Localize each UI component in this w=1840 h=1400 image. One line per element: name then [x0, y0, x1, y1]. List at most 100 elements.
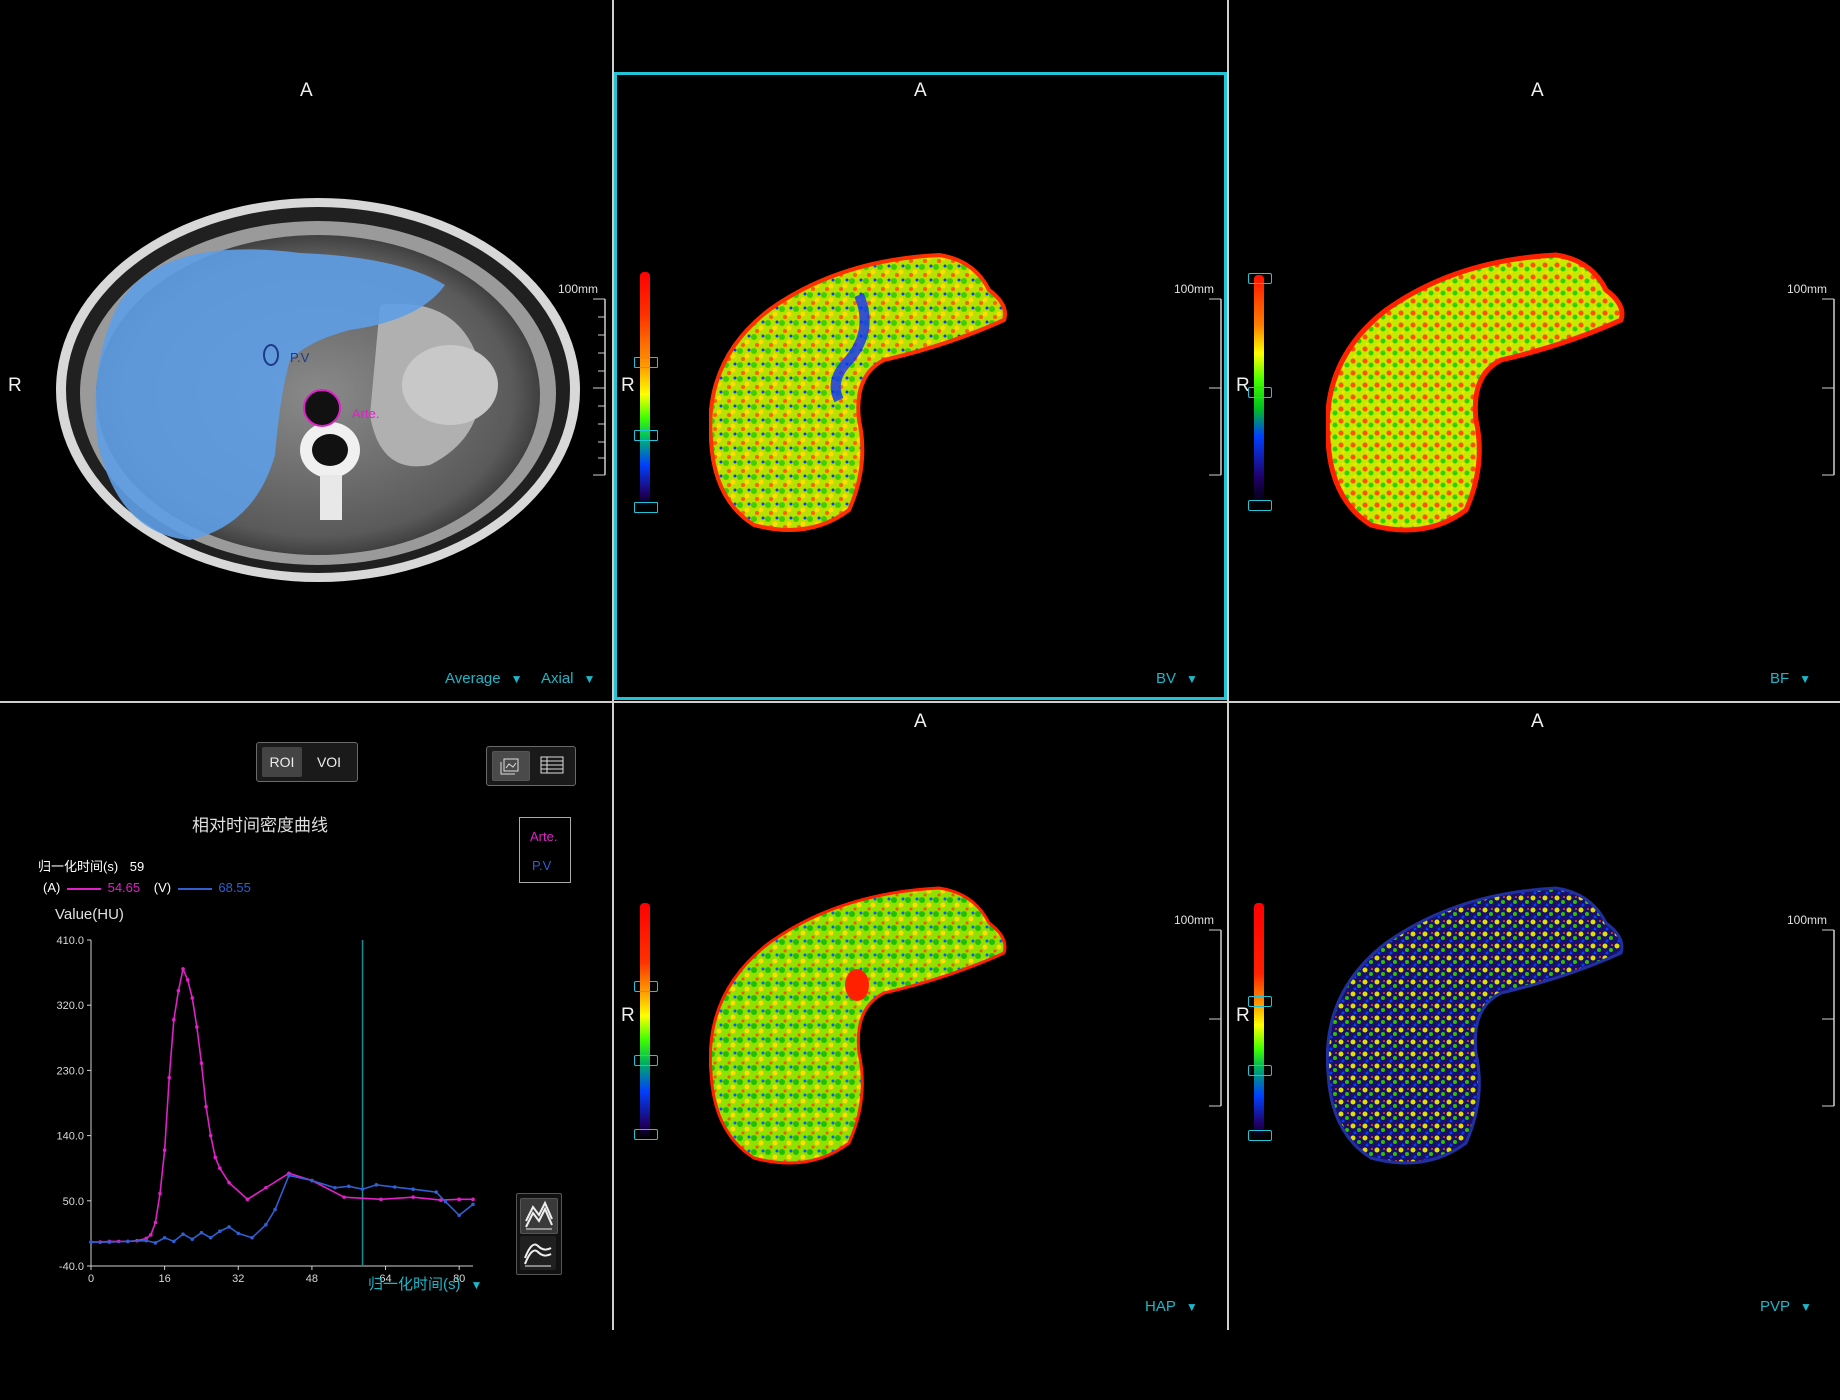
cursor-time-label: 归一化时间(s) — [38, 859, 119, 874]
v-series-value: 68.55 — [218, 880, 251, 895]
chevron-down-icon: ▼ — [1186, 672, 1198, 686]
y-tick-label: -40.0 — [59, 1261, 84, 1273]
data-point — [153, 1220, 158, 1225]
average-dropdown-label: Average — [445, 670, 501, 687]
data-point — [360, 1187, 365, 1192]
colorbar-window-handle-mid[interactable] — [634, 430, 658, 441]
bf-map-viewport[interactable]: A R 100mm BF ▼ — [1229, 0, 1840, 701]
data-point — [250, 1235, 254, 1240]
map-type-label: BF — [1770, 670, 1790, 687]
view-orientation-dropdown[interactable]: Axial ▼ — [541, 670, 595, 687]
scale-bar-label: 100mm — [1174, 282, 1215, 296]
colorbar — [640, 903, 650, 1138]
colorbar-window-handle-mid[interactable] — [1248, 387, 1272, 398]
chart-icon — [500, 758, 519, 775]
average-dropdown[interactable]: Average ▼ — [445, 670, 523, 687]
data-point — [126, 1239, 130, 1244]
pvp-map-viewport[interactable]: A R 100mm PVP ▼ — [1229, 703, 1840, 1330]
colorbar-window-handle-mid[interactable] — [634, 1055, 658, 1066]
map-type-dropdown[interactable]: BF ▼ — [1770, 670, 1811, 687]
colorbar — [640, 272, 650, 507]
data-point — [457, 1197, 461, 1202]
data-point — [208, 1235, 213, 1240]
bv-map-viewport[interactable]: A R 100mm BV ▼ — [614, 0, 1227, 701]
data-point — [213, 1155, 218, 1160]
a-series-swatch — [66, 887, 101, 890]
data-point — [245, 1197, 250, 1202]
colorbar-window-handle-top[interactable] — [1248, 996, 1272, 1007]
y-tick-label: 50.0 — [63, 1196, 84, 1208]
view-toggle-group[interactable] — [486, 746, 576, 786]
fit-curve-icon — [525, 1200, 553, 1230]
series-line-pv — [91, 1174, 474, 1244]
colorbar-window-handle-bottom[interactable] — [1248, 500, 1272, 511]
colorbar-window-handle-bottom[interactable] — [634, 1129, 658, 1140]
roi-pv-label: P.V — [290, 350, 310, 365]
scale-bar-label: 100mm — [1787, 913, 1828, 927]
data-point — [204, 1104, 208, 1109]
colorbar-window-handle-bottom[interactable] — [634, 502, 658, 513]
map-type-dropdown[interactable]: PVP ▼ — [1760, 1298, 1812, 1315]
time-density-chart[interactable]: -40.050.0140.0230.0320.0410.00 16 32 48 64 80 — [30, 923, 490, 1293]
colorbar-window-handle-top[interactable] — [1248, 273, 1272, 284]
data-point — [236, 1231, 241, 1236]
colorbar-window-handle-bottom[interactable] — [1248, 1130, 1272, 1141]
data-point — [218, 1166, 222, 1170]
colorbar-window-handle-mid[interactable] — [1248, 1065, 1272, 1076]
scale-bar — [593, 298, 606, 476]
legend-arte: Arte. — [530, 829, 558, 844]
map-type-dropdown[interactable]: BV ▼ — [1156, 670, 1198, 687]
orientation-right-label: R — [8, 375, 22, 396]
time-density-curve-panel: ROI VOI 相对时间密度曲线 Arte. P.V 归一化时间(s) 59 (… — [0, 703, 612, 1330]
map-type-label: PVP — [1760, 1298, 1791, 1315]
scale-bar — [1209, 929, 1222, 1107]
table-view-button[interactable] — [534, 751, 570, 779]
x-tick-label: 32 — [232, 1273, 244, 1285]
curve-icon — [524, 1243, 552, 1267]
data-point — [273, 1207, 277, 1212]
map-type-dropdown[interactable]: HAP ▼ — [1145, 1298, 1198, 1315]
hap-map-viewport[interactable]: A R 100mm HAP ▼ — [614, 703, 1227, 1330]
x-tick-label: 16 — [159, 1273, 171, 1285]
data-point — [144, 1238, 149, 1243]
data-point — [227, 1180, 231, 1185]
data-point — [379, 1197, 383, 1202]
data-point — [172, 1239, 176, 1244]
smooth-curve-button[interactable] — [520, 1198, 558, 1234]
ct-axial-viewport[interactable]: A R P.V Arte. 100mm Average ▼ Axial ▼ — [0, 0, 612, 701]
scale-bar — [1822, 929, 1835, 1107]
colorbar — [1254, 903, 1264, 1138]
orientation-anterior-label: A — [300, 80, 313, 101]
view-orientation-label: Axial — [541, 670, 574, 687]
data-point — [107, 1240, 112, 1244]
chevron-down-icon: ▼ — [1800, 1300, 1812, 1314]
data-point — [411, 1195, 415, 1199]
scale-bar — [1822, 298, 1835, 476]
voi-button[interactable]: VOI — [307, 747, 351, 777]
data-point — [411, 1187, 415, 1192]
data-point — [374, 1183, 379, 1187]
data-point — [199, 1230, 204, 1235]
colorbar-window-handle-top[interactable] — [634, 981, 658, 992]
curve-view-button[interactable] — [492, 751, 530, 781]
roi-button[interactable]: ROI — [262, 747, 302, 777]
chevron-down-icon: ▼ — [583, 672, 596, 686]
data-point — [342, 1195, 346, 1199]
cursor-time-value: 59 — [129, 859, 145, 874]
data-point — [208, 1133, 213, 1138]
map-type-label: BV — [1156, 670, 1177, 687]
chevron-down-icon: ▼ — [1799, 672, 1812, 686]
raw-curve-button[interactable] — [520, 1236, 556, 1270]
v-series-swatch — [177, 887, 212, 890]
data-point — [167, 1075, 172, 1080]
colorbar-window-handle-top[interactable] — [634, 357, 658, 368]
data-point — [333, 1185, 337, 1190]
data-point — [218, 1229, 222, 1234]
roi-voi-toggle[interactable]: ROI VOI — [256, 742, 358, 782]
v-series-label: (V) — [153, 880, 172, 895]
y-tick-label: 230.0 — [56, 1065, 84, 1077]
x-axis-dropdown[interactable]: 归一化时间(s) ▼ — [368, 1273, 482, 1294]
bv-perfusion-map — [709, 252, 1007, 532]
data-point — [457, 1213, 461, 1218]
curve-title: 相对时间密度曲线 — [192, 816, 328, 835]
